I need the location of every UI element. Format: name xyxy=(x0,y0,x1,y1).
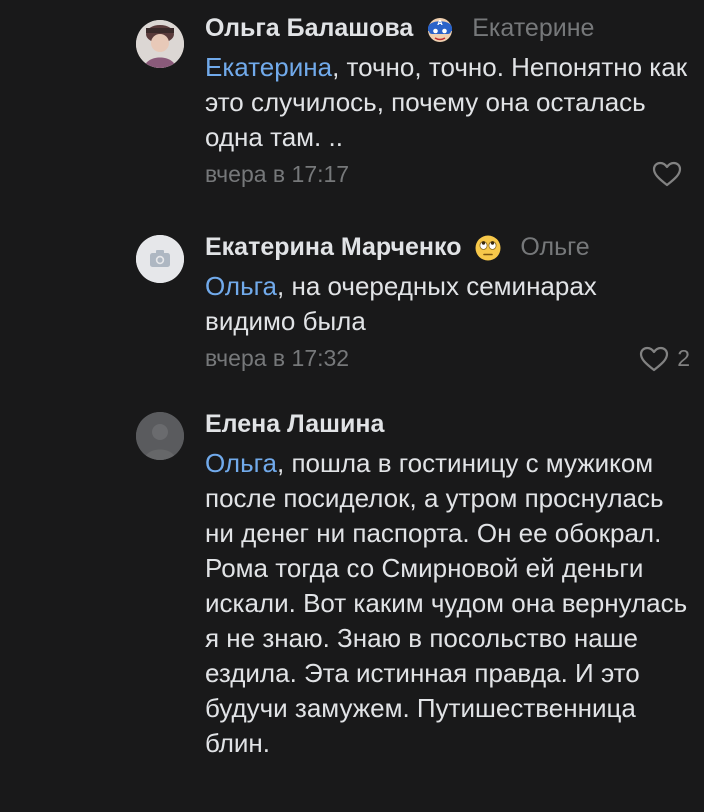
comment-body: Ольга Балашова A Екатерине Екатерина, то… xyxy=(205,14,690,195)
comment-header: Ольга Балашова A Екатерине xyxy=(205,14,690,48)
avatar[interactable] xyxy=(136,412,184,460)
timestamp[interactable]: вчера в 17:32 xyxy=(205,345,349,372)
comment-text-body: , пошла в гостиницу с мужиком после поси… xyxy=(205,448,688,758)
comment-text: Ольга, на очередных семинарах видимо был… xyxy=(205,269,690,339)
user-photo-icon xyxy=(136,20,184,68)
author-name[interactable]: Екатерина Марченко xyxy=(205,233,461,262)
like-button[interactable]: 2 xyxy=(639,345,690,372)
reply-to-label[interactable]: Екатерине xyxy=(472,14,594,43)
author-name[interactable]: Елена Лашина xyxy=(205,410,384,439)
comment-body: Екатерина Марченко Ольге Ольга, на очере… xyxy=(205,233,690,379)
mention-link[interactable]: Ольга xyxy=(205,271,277,301)
comment-footer: вчера в 17:32 2 xyxy=(205,339,690,379)
comment-footer: вчера в 17:17 xyxy=(205,155,690,195)
comment-header: Екатерина Марченко Ольге xyxy=(205,233,690,267)
avatar[interactable] xyxy=(136,20,184,68)
avatar[interactable] xyxy=(136,235,184,283)
mention-link[interactable]: Ольга xyxy=(205,448,277,478)
comment-text: Екатерина, точно, точно. Непонятно как э… xyxy=(205,50,690,155)
heart-icon xyxy=(652,161,682,187)
like-button[interactable] xyxy=(652,161,690,187)
mention-link[interactable]: Екатерина xyxy=(205,52,332,82)
author-name[interactable]: Ольга Балашова xyxy=(205,14,413,43)
user-photo-icon xyxy=(136,412,184,460)
eye-roll-emoji-icon xyxy=(475,235,501,260)
camera-icon xyxy=(136,235,184,283)
comment-header: Елена Лашина xyxy=(205,410,690,444)
captain-mask-icon: A xyxy=(427,17,452,42)
timestamp[interactable]: вчера в 17:17 xyxy=(205,161,349,188)
comment-body: Елена Лашина Ольга, пошла в гостиницу с … xyxy=(205,410,690,761)
like-count: 2 xyxy=(677,345,690,371)
heart-icon xyxy=(640,346,669,371)
svg-text:A: A xyxy=(437,19,443,27)
comment-text: Ольга, пошла в гостиницу с мужиком после… xyxy=(205,446,690,761)
reply-to-label[interactable]: Ольге xyxy=(520,233,589,262)
